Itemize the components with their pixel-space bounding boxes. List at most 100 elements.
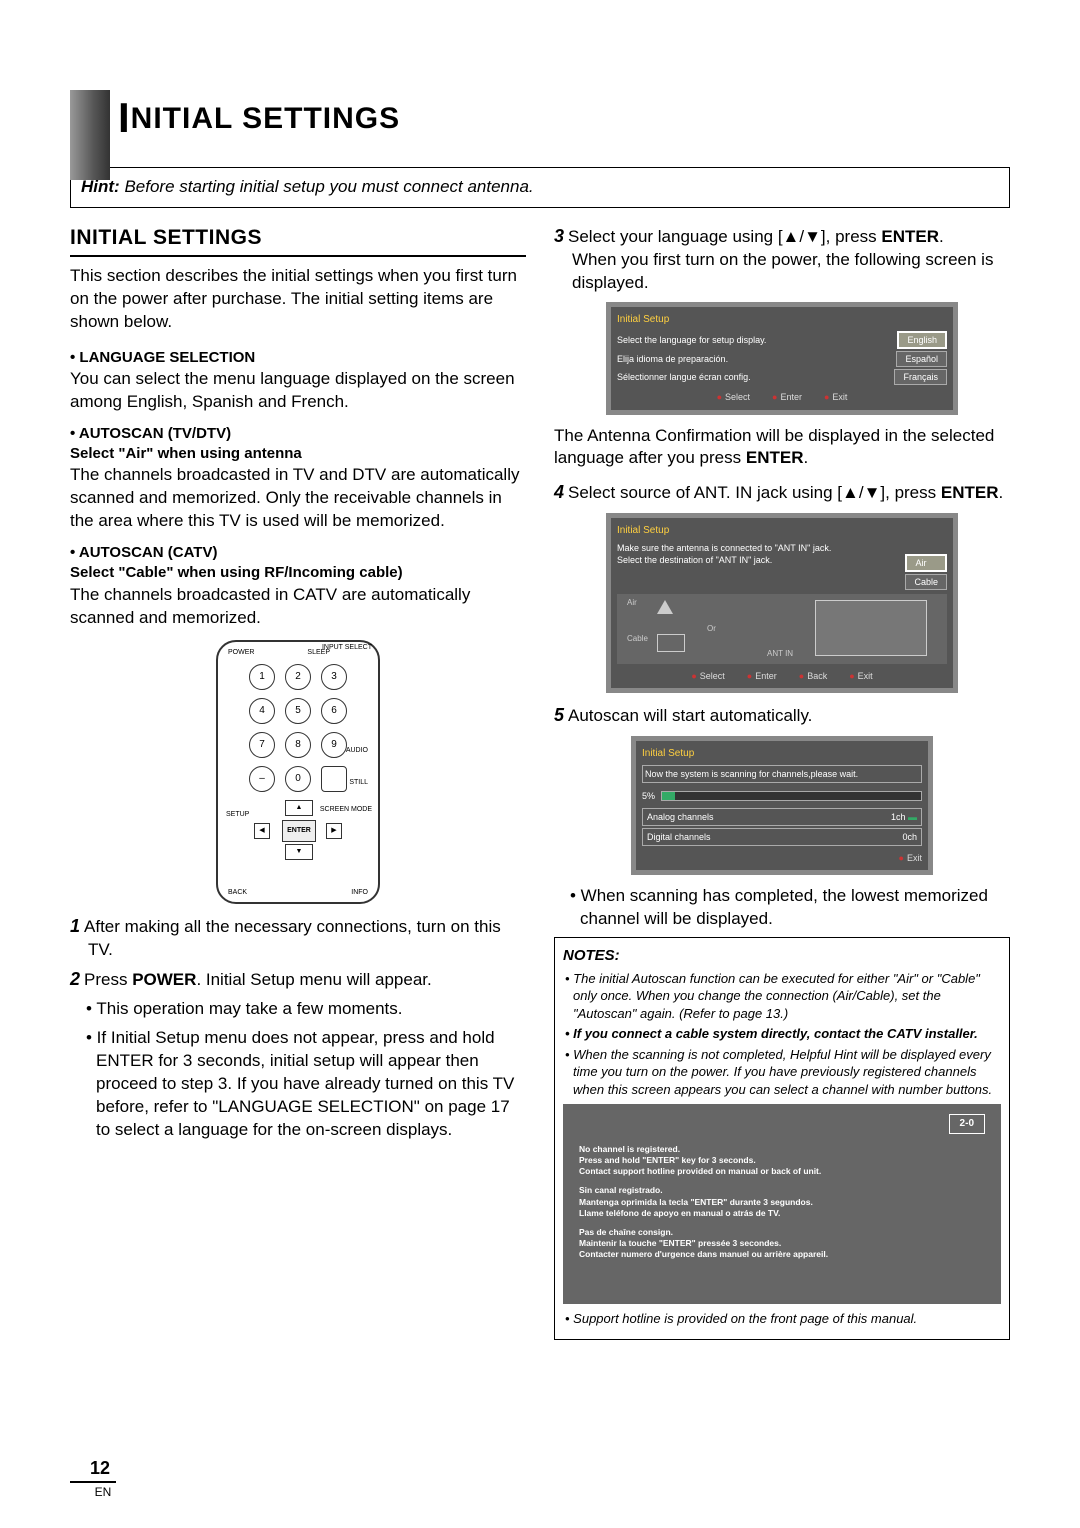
section-title: INITIAL SETTINGS: [70, 224, 526, 257]
remote-key-dash: –: [249, 766, 275, 792]
remote-key-5: 5: [285, 698, 311, 724]
step-3-after-enter: ENTER: [746, 448, 804, 467]
osd3-msg: Now the system is scanning for channels,…: [642, 765, 922, 783]
step-4-enter: ENTER: [941, 483, 999, 502]
progress-fill: [662, 792, 675, 800]
hint-text: Before starting initial setup you must c…: [124, 177, 533, 196]
step-2-a: Press: [84, 970, 132, 989]
remote-label-setup: SETUP: [226, 810, 249, 819]
remote-illustration: POWER SLEEP INPUT SELECT 123 456 AUDIO 7…: [216, 640, 380, 904]
notes-box: NOTES: • The initial Autoscan function c…: [554, 937, 1010, 1340]
page-title-text: NITIAL SETTINGS: [131, 102, 400, 135]
hint-fr: Pas de chaîne consign.Maintenir la touch…: [579, 1227, 985, 1260]
lang-selection-head: • LANGUAGE SELECTION: [70, 348, 526, 368]
osd1-title: Initial Setup: [617, 313, 947, 327]
osd1-foot-select: Select: [717, 391, 750, 403]
note-1: • The initial Autoscan function can be e…: [563, 970, 1001, 1023]
step-5: 5Autoscan will start automatically.: [554, 703, 1010, 728]
osd2-title: Initial Setup: [617, 524, 947, 538]
step-1: 1After making all the necessary connecti…: [70, 914, 526, 962]
page-number: 12: [70, 1456, 116, 1483]
page-title: INITIAL SETTINGS: [118, 90, 1010, 147]
autoscan-tv-label: • AUTOSCAN (TV/DTV): [70, 425, 231, 442]
osd2-opt-cable: Cable: [905, 574, 947, 590]
dpad-up-icon: ▲: [285, 800, 313, 816]
remote-enter-button: ENTER: [282, 820, 316, 842]
step-4-b: .: [999, 483, 1004, 502]
osd3-digital-label: Digital channels: [647, 831, 711, 843]
step-2-power: POWER: [132, 970, 196, 989]
lang-selection-body: You can select the menu language display…: [70, 368, 526, 414]
tv-back-icon: [815, 600, 927, 656]
osd2-foot-back: Back: [799, 670, 827, 682]
step-3-b: .: [939, 227, 944, 246]
side-gradient-decoration: [70, 90, 110, 180]
remote-label-input: INPUT SELECT: [322, 644, 372, 651]
step-2-bullet-1: • This operation may take a few moments.: [70, 998, 526, 1021]
remote-key-2: 2: [285, 664, 311, 690]
remote-key-4: 4: [249, 698, 275, 724]
remote-label-still: STILL: [349, 778, 368, 787]
columns: INITIAL SETTINGS This section describes …: [70, 224, 1010, 1340]
osd1-foot-exit: Exit: [824, 391, 847, 403]
osd3-foot-exit: Exit: [899, 852, 922, 864]
osd2-diagram: Air Cable Or ANT IN AUDIO: [617, 594, 947, 664]
osd1-fr-option: Français: [894, 369, 947, 385]
autoscan-tv-sub: Select "Air" when using antenna: [70, 445, 302, 462]
step-2: 2Press POWER. Initial Setup menu will ap…: [70, 967, 526, 992]
autoscan-catv-label: • AUTOSCAN (CATV): [70, 544, 217, 561]
diagram-air: Air: [627, 598, 637, 609]
step-3-after: The Antenna Confirmation will be display…: [554, 425, 1010, 471]
osd3-analog-label: Analog channels: [647, 811, 714, 823]
notes-title: NOTES:: [563, 946, 1001, 966]
antenna-icon: [657, 600, 673, 614]
osd1-foot-enter: Enter: [772, 391, 802, 403]
autoscan-catv-sub: Select "Cable" when using RF/Incoming ca…: [70, 564, 403, 581]
hint-en: No channel is registered.Press and hold …: [579, 1144, 985, 1177]
osd3-digital-val: 0ch: [902, 831, 917, 843]
step-3-c: When you first turn on the power, the fo…: [572, 250, 993, 292]
step-5-text: Autoscan will start automatically.: [568, 706, 812, 725]
osd3-analog-val: 1ch: [891, 812, 906, 822]
osd3-title: Initial Setup: [642, 747, 922, 761]
osd2-line2: Select the destination of "ANT IN" jack.: [617, 554, 772, 590]
remote-key-9: 9: [321, 732, 347, 758]
step-4: 4Select source of ANT. IN jack using [▲/…: [554, 480, 1010, 505]
step-5-bullet: • When scanning has completed, the lowes…: [554, 885, 1010, 931]
remote-key-6: 6: [321, 698, 347, 724]
osd2-foot-enter: Enter: [747, 670, 777, 682]
cable-box-icon: [657, 634, 685, 652]
autoscan-tv-head: • AUTOSCAN (TV/DTV) Select "Air" when us…: [70, 424, 526, 465]
dpad-right-icon: ▶: [326, 823, 342, 839]
osd1-es-option: Español: [896, 351, 947, 367]
remote-dpad: ▲ ▼ ◀ ▶ ENTER: [248, 800, 348, 860]
right-column: 3Select your language using [▲/▼], press…: [554, 224, 1010, 1340]
osd1-en-label: Select the language for setup display.: [617, 334, 766, 346]
osd3-pct: 5%: [642, 790, 655, 802]
step-1-text: After making all the necessary connectio…: [84, 917, 501, 959]
remote-key-7: 7: [249, 732, 275, 758]
osd-language: Initial Setup Select the language for se…: [606, 302, 958, 414]
note-2: • If you connect a cable system directly…: [563, 1025, 1001, 1043]
hint-badge: 2-0: [949, 1114, 985, 1134]
remote-key-0: 0: [285, 766, 311, 792]
remote-label-back: BACK: [228, 888, 247, 897]
hint-box: Hint: Before starting initial setup you …: [70, 167, 1010, 208]
dropcap: I: [118, 94, 131, 141]
osd-antenna: Initial Setup Make sure the antenna is c…: [606, 513, 958, 693]
progress-bar: [661, 791, 922, 801]
manual-page: INITIAL SETTINGS Hint: Before starting i…: [0, 0, 1080, 1528]
helpful-hint-screen: 2-0 No channel is registered.Press and h…: [563, 1104, 1001, 1304]
diagram-or: Or: [707, 624, 716, 635]
intro-text: This section describes the initial setti…: [70, 265, 526, 334]
step-4-a: Select source of ANT. IN jack using [▲/▼…: [568, 483, 941, 502]
autoscan-catv-body: The channels broadcasted in CATV are aut…: [70, 584, 526, 630]
osd2-foot-exit: Exit: [849, 670, 872, 682]
osd1-es-label: Elija idioma de preparación.: [617, 353, 728, 365]
dpad-left-icon: ◀: [254, 823, 270, 839]
step-3-after-b: .: [803, 448, 808, 467]
osd2-opt-air: Air: [905, 554, 947, 572]
osd2-foot-select: Select: [691, 670, 724, 682]
osd1-en-option: English: [897, 331, 947, 349]
step-3-enter: ENTER: [881, 227, 939, 246]
